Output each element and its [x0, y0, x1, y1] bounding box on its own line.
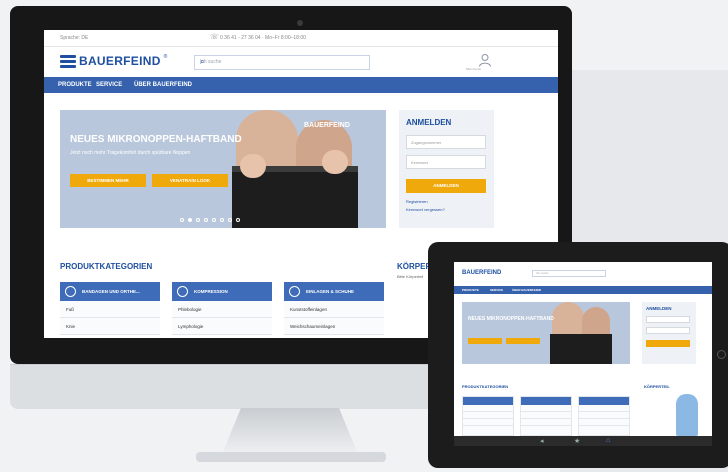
carousel-dot[interactable] — [180, 218, 184, 222]
body-figure-image[interactable] — [676, 394, 698, 436]
phone-icon: ☏ — [210, 34, 219, 41]
login-panel: ANMELDEN Zugangsnummer Kennwort ANMELDEN… — [399, 110, 494, 228]
carousel-dot[interactable] — [188, 218, 192, 222]
tablet-category-card[interactable] — [462, 396, 514, 436]
product-categories-title: PRODUKTKATEGORIEN — [60, 262, 153, 271]
hero-primary-button[interactable]: BESTIMMEN MEHR — [70, 174, 146, 187]
username-field[interactable]: Zugangsnummer — [406, 135, 486, 149]
tablet-home-button-icon — [717, 350, 726, 359]
carousel-dot[interactable] — [228, 218, 232, 222]
tablet-nav-ueber[interactable]: ÜBER BAUERFEIND — [512, 288, 541, 292]
hotline-text: 0 36 41 - 27 36 04 · Mo–Fr 8:00–18:00 — [220, 35, 306, 41]
hero-secondary-button[interactable]: VENATRAIN LOOK — [152, 174, 228, 187]
back-icon[interactable]: ◂ — [540, 437, 544, 445]
imac-base — [196, 452, 386, 462]
forgot-password-link[interactable]: Kennwort vergessen? — [406, 207, 445, 212]
search-input[interactable]: Ich suche ⌕ — [194, 55, 370, 70]
tablet-hero-title: NEUES MIKRONOPPEN-HAFTBAND — [468, 316, 554, 322]
tablet-nav-produkte[interactable]: PRODUKTE — [462, 288, 479, 292]
brand-logo[interactable]: BAUERFEIND ® — [60, 54, 167, 68]
imac-stand — [222, 408, 358, 454]
category-item[interactable]: Weichschaumeinlagen — [284, 318, 384, 335]
carousel-dots — [180, 218, 240, 222]
tablet-navigation: PRODUKTE SERVICE ÜBER BAUERFEIND — [454, 286, 712, 294]
camera-icon — [297, 20, 303, 26]
user-account-icon[interactable] — [478, 53, 492, 67]
tablet-hero-button[interactable] — [468, 338, 502, 344]
compression-stocking-image — [550, 334, 612, 364]
brand-name: BAUERFEIND — [79, 54, 161, 68]
tablet-brand-logo[interactable]: BAUERFEIND — [462, 270, 501, 276]
carousel-dot[interactable] — [204, 218, 208, 222]
carousel-dot[interactable] — [196, 218, 200, 222]
tablet-nav-service[interactable]: SERVICE — [490, 288, 503, 292]
carousel-dot[interactable] — [212, 218, 216, 222]
hero-brand-logo: BAUERFEIND — [304, 122, 350, 129]
register-link[interactable]: Registrieren — [406, 199, 428, 204]
tablet-website: BAUERFEIND Ich suche PRODUKTE SERVICE ÜB… — [454, 262, 712, 436]
category-card-bandagen: BANDAGEN UND ORTHE... Fuß Knie — [60, 282, 160, 335]
main-navigation: PRODUKTE SERVICE ÜBER BAUERFEIND — [44, 77, 558, 93]
nav-item-service[interactable]: SERVICE — [96, 82, 122, 88]
username-placeholder: Zugangsnummer — [411, 140, 442, 145]
hero-subtitle: Jetzt noch mehr Tragekomfort durch spürb… — [70, 150, 191, 156]
tablet-search-input[interactable]: Ich suche — [532, 270, 606, 277]
language-selector[interactable]: Sprache: DE — [60, 35, 88, 41]
hero-title: NEUES MIKRONOPPEN-HAFTBAND — [70, 134, 242, 145]
body-map-subtitle: Bitte Körperteil — [397, 274, 424, 279]
category-title: KOMPRESSION — [194, 289, 228, 294]
tablet-hero-button[interactable] — [506, 338, 540, 344]
compression-icon — [177, 286, 188, 297]
carousel-dot[interactable] — [220, 218, 224, 222]
tablet-bottom-toolbar: ◂ ★ ⌂ — [454, 436, 712, 446]
tablet-password-field[interactable] — [646, 327, 690, 334]
hand-image — [322, 150, 348, 174]
login-title: ANMELDEN — [406, 118, 452, 127]
tablet-category-card[interactable] — [578, 396, 630, 436]
category-title: EINLAGEN & SCHUHE — [306, 289, 355, 294]
tablet-login-panel: ANMELDEN — [642, 302, 696, 364]
password-field[interactable]: Kennwort — [406, 155, 486, 169]
category-title: BANDAGEN UND ORTHE... — [82, 289, 140, 294]
hero-banner[interactable]: BAUERFEIND NEUES MIKRONOPPEN-HAFTBAND Je… — [60, 110, 386, 228]
category-item[interactable]: Knie — [60, 318, 160, 335]
tablet-username-field[interactable] — [646, 316, 690, 323]
category-item[interactable]: Phlebologie — [172, 301, 272, 318]
logo-mark-icon — [60, 54, 76, 68]
hand-image — [240, 154, 266, 178]
category-card-kompression: KOMPRESSION Phlebologie Lymphologie — [172, 282, 272, 335]
tablet-categories-title: PRODUKTKATEGORIEN — [462, 384, 509, 389]
tablet-hero-banner[interactable]: NEUES MIKRONOPPEN-HAFTBAND — [462, 302, 630, 364]
category-card-einlagen: EINLAGEN & SCHUHE Kunststoffeinlagen Wei… — [284, 282, 384, 335]
home-icon[interactable]: ⌂ — [606, 437, 610, 444]
registered-mark: ® — [163, 54, 168, 60]
tablet-login-button[interactable] — [646, 340, 690, 347]
login-button[interactable]: ANMELDEN — [406, 179, 486, 193]
bandage-icon — [65, 286, 76, 297]
category-header[interactable]: KOMPRESSION — [172, 282, 272, 301]
carousel-dot[interactable] — [236, 218, 240, 222]
category-item[interactable]: Fuß — [60, 301, 160, 318]
category-header[interactable]: BANDAGEN UND ORTHE... — [60, 282, 160, 301]
utility-bar: Sprache: DE ☏ 0 36 41 - 27 36 04 · Mo–Fr… — [44, 30, 558, 47]
search-icon[interactable]: ⌕ — [200, 57, 365, 67]
category-item[interactable]: Kunststoffeinlagen — [284, 301, 384, 318]
account-label: Mein Konto — [466, 67, 482, 71]
password-placeholder: Kennwort — [411, 160, 428, 165]
category-item[interactable]: Lymphologie — [172, 318, 272, 335]
category-header[interactable]: EINLAGEN & SCHUHE — [284, 282, 384, 301]
tablet-body-map-title: KÖRPERTEIL — [644, 384, 670, 389]
tablet-category-card[interactable] — [520, 396, 572, 436]
nav-item-produkte[interactable]: PRODUKTE — [58, 82, 92, 88]
site-header: BAUERFEIND ® Ich suche ⌕ Mein Konto — [44, 47, 558, 77]
tablet-login-title: ANMELDEN — [646, 306, 672, 311]
star-icon[interactable]: ★ — [574, 437, 580, 445]
nav-item-ueber-bauerfeind[interactable]: ÜBER BAUERFEIND — [134, 82, 192, 88]
insole-icon — [289, 286, 300, 297]
